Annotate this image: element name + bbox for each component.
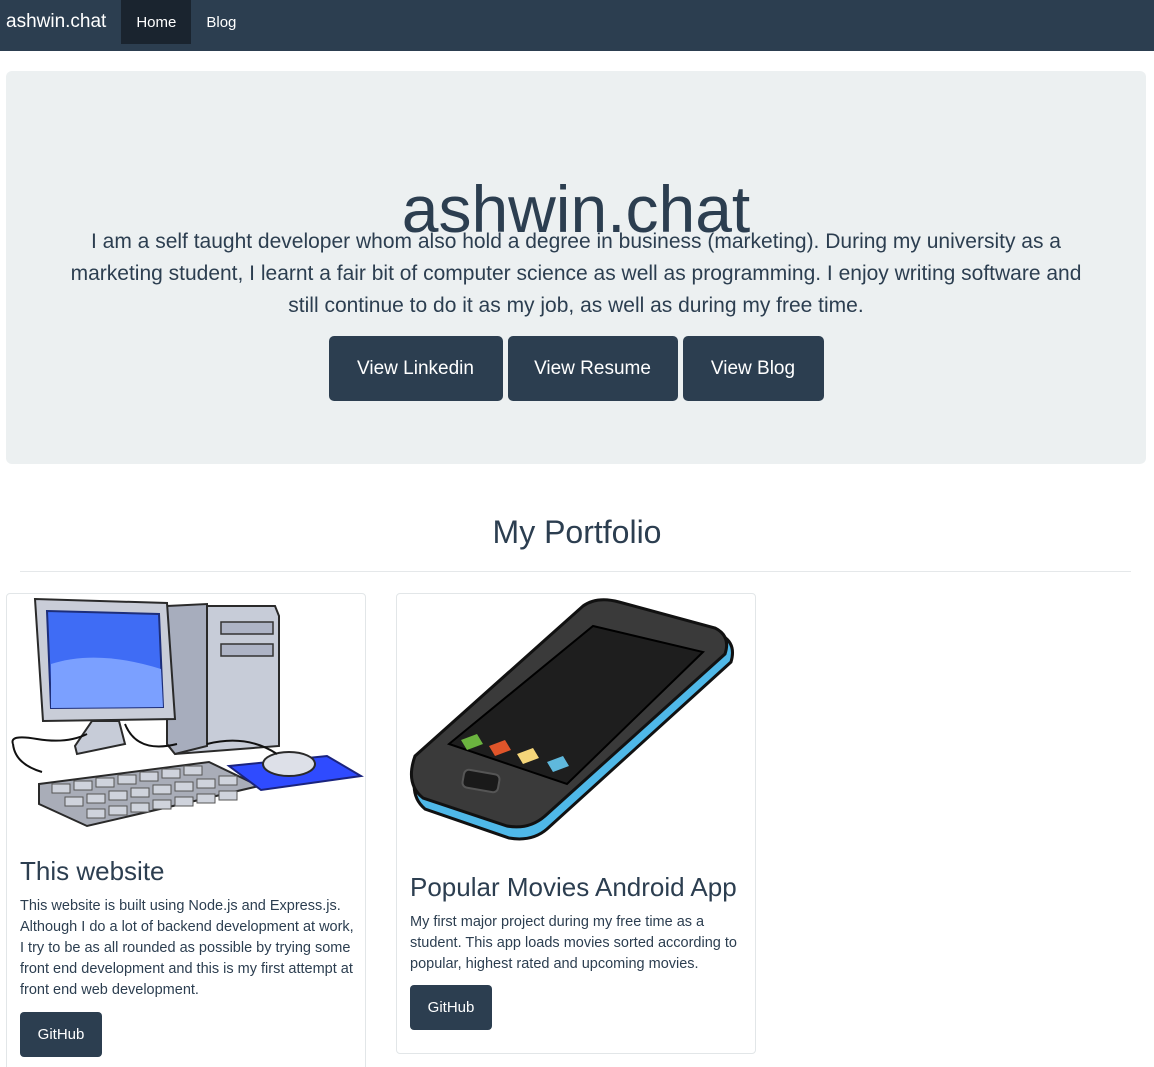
desktop-computer-icon <box>11 597 364 828</box>
view-linkedin-button[interactable]: View Linkedin <box>328 336 503 401</box>
view-blog-button[interactable]: View Blog <box>682 336 824 401</box>
portfolio-card-movies-app: Popular Movies Android App My first majo… <box>396 593 756 1054</box>
hero-description: I am a self taught developer whom also h… <box>70 230 1082 317</box>
hero-jumbotron: ashwin.chat I am a self taught developer… <box>6 71 1146 464</box>
smartphone-icon <box>409 598 734 841</box>
navbar: ashwin.chat Home Blog <box>0 0 1154 51</box>
view-resume-button[interactable]: View Resume <box>507 336 678 401</box>
card-title-movies-app: Popular Movies Android App <box>410 872 737 902</box>
card-description-website: This website is built using Node.js and … <box>20 898 354 998</box>
portfolio-heading: My Portfolio <box>492 514 662 550</box>
nav-link-home[interactable]: Home <box>121 0 192 44</box>
nav-link-blog[interactable]: Blog <box>191 0 251 44</box>
section-divider <box>20 571 1131 572</box>
portfolio-card-website: This website This website is built using… <box>6 593 366 1067</box>
card-title-website: This website <box>20 856 165 886</box>
github-button-website[interactable]: GitHub <box>20 1012 102 1057</box>
hero-button-row: View Linkedin View Resume View Blog <box>6 336 1146 401</box>
github-button-movies-app[interactable]: GitHub <box>410 985 492 1030</box>
card-description-movies-app: My first major project during my free ti… <box>410 914 737 972</box>
brand-link[interactable]: ashwin.chat <box>0 0 121 51</box>
